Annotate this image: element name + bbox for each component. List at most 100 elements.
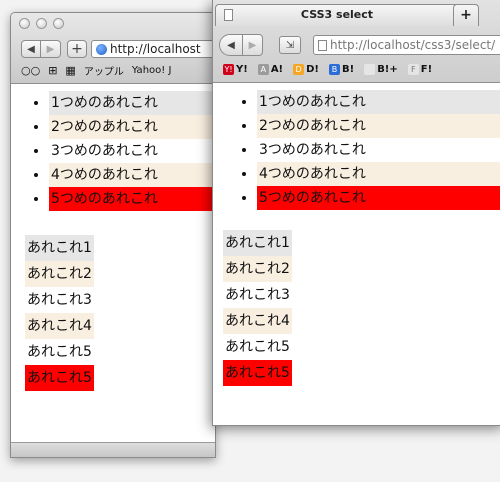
bookmark-label: D! (306, 64, 319, 75)
paragraph-row: あれこれ3 (23, 287, 215, 313)
page-icon (318, 39, 327, 51)
paragraph: あれこれ1 (223, 230, 292, 256)
paragraph-row: あれこれ1 (23, 235, 215, 261)
bookmark-item[interactable]: Y! Y! (223, 64, 248, 75)
paragraph-row: あれこれ5 (23, 339, 215, 365)
bookmark-favicon-icon: B (329, 64, 340, 75)
address-bar[interactable]: http://localhost (91, 40, 215, 58)
paragraph-list: あれこれ1 あれこれ2 あれこれ3 あれこれ4 あれこれ5 あれこれ5 (213, 230, 500, 386)
window-controls (19, 18, 64, 29)
list-item-text: 5つめのあれこれ (257, 186, 500, 210)
list-item: 2つめのあれこれ (49, 115, 215, 139)
forward-button[interactable]: ▶ (41, 40, 61, 58)
paragraph: あれこれ5 (225, 339, 290, 355)
bookmark-apple[interactable]: アップル (84, 63, 124, 78)
forward-button[interactable]: ▶ (243, 34, 263, 56)
paragraph: あれこれ2 (223, 256, 292, 282)
bookmarks-bar: ○○ ⊞ ▦ アップル Yahoo! J (21, 63, 171, 78)
new-tab-button[interactable]: + (453, 4, 479, 26)
page-icon (224, 9, 233, 21)
front-browser-window[interactable]: CSS3 select + ◀ ▶ ⇲ http://localhost/css… (212, 0, 500, 426)
back-browser-window[interactable]: ◀ ▶ + http://localhost ○○ ⊞ ▦ アップル Yahoo… (10, 12, 216, 458)
address-path: /css3/select/ (420, 38, 496, 52)
list-item: 1つめのあれこれ (49, 91, 215, 115)
paragraph: あれこれ5 (223, 360, 292, 386)
paragraph-row: あれこれ4 (23, 313, 215, 339)
list-item: 3つめのあれこれ (257, 138, 500, 162)
list-item: 1つめのあれこれ (257, 90, 500, 114)
bookmark-item[interactable]: B!+ (364, 64, 398, 75)
globe-icon (96, 43, 107, 55)
minimize-window-button[interactable] (36, 18, 47, 29)
paragraph: あれこれ4 (25, 313, 94, 339)
bookmark-label: B! (342, 64, 355, 75)
back-toolbar: ◀ ▶ + http://localhost ○○ ⊞ ▦ アップル Yahoo… (11, 13, 215, 84)
list-item: 4つめのあれこれ (257, 162, 500, 186)
status-bar (11, 442, 215, 457)
list-item-text: 2つめのあれこれ (257, 114, 500, 138)
paragraph: あれこれ4 (223, 308, 292, 334)
list-item-text: 3つめのあれこれ (259, 142, 366, 158)
item-list: 1つめのあれこれ2つめのあれこれ 3つめのあれこれ 4つめのあれこれ5つめのあれこれ (11, 91, 215, 211)
paragraph-row: あれこれ5 (221, 334, 500, 360)
paragraph-row: あれこれ3 (221, 282, 500, 308)
list-item-text: 3つめのあれこれ (51, 143, 158, 159)
back-button[interactable]: ◀ (219, 34, 243, 56)
address-host: http://localhost (330, 38, 421, 52)
back-forward-buttons: ◀ ▶ (219, 34, 263, 56)
reader-glasses-icon[interactable]: ○○ (21, 64, 40, 77)
back-forward-buttons: ◀ ▶ (21, 40, 61, 58)
address-bar[interactable]: http://localhost/css3/select/ (313, 35, 500, 55)
bookmark-favicon-icon: Y! (223, 64, 234, 75)
bookmark-item[interactable]: A A! (257, 64, 284, 75)
bookmark-item[interactable]: F F! (407, 64, 433, 75)
bookmark-label: F! (420, 64, 433, 75)
front-page-content: 1つめのあれこれ2つめのあれこれ 3つめのあれこれ 4つめのあれこれ5つめのあれこれ… (213, 90, 500, 386)
paragraph: あれこれ5 (27, 344, 92, 360)
list-item: 5つめのあれこれ (257, 186, 500, 210)
paragraph-row: あれこれ2 (221, 256, 500, 282)
list-item: 2つめのあれこれ (257, 114, 500, 138)
paragraph: あれこれ5 (25, 365, 94, 391)
bookmark-favicon-icon (364, 64, 376, 75)
back-page-content: 1つめのあれこれ2つめのあれこれ 3つめのあれこれ 4つめのあれこれ5つめのあれこれ… (11, 91, 215, 391)
list-item-text: 4つめのあれこれ (257, 162, 500, 186)
zoom-window-button[interactable] (53, 18, 64, 29)
paragraph: あれこれ3 (27, 292, 92, 308)
add-bookmark-button[interactable]: + (67, 40, 87, 58)
list-item-text: 4つめのあれこれ (49, 163, 215, 187)
bookmark-item[interactable]: D D! (293, 64, 319, 75)
list-item: 5つめのあれこれ (49, 187, 215, 211)
book-icon[interactable]: ⊞ (48, 64, 57, 77)
share-icon[interactable]: ⇲ (279, 36, 301, 54)
bookmark-yahoo-japan[interactable]: Yahoo! J (132, 65, 172, 76)
bookmark-favicon-icon: F (407, 64, 419, 75)
front-toolbar: CSS3 select + ◀ ▶ ⇲ http://localhost/css… (213, 0, 500, 83)
list-item-text: 1つめのあれこれ (49, 91, 215, 115)
paragraph-row: あれこれ1 (221, 230, 500, 256)
close-window-button[interactable] (19, 18, 30, 29)
paragraph-row: あれこれ5 (23, 365, 215, 391)
list-item: 4つめのあれこれ (49, 163, 215, 187)
paragraph: あれこれ3 (225, 287, 290, 303)
list-item-text: 1つめのあれこれ (257, 90, 500, 114)
bookmark-favicon-icon: A (257, 64, 269, 75)
paragraph: あれこれ1 (25, 235, 94, 261)
address-text: http://localhost (110, 42, 201, 56)
paragraph-row: あれこれ2 (23, 261, 215, 287)
bookmark-label: B!+ (377, 64, 398, 75)
tab-css3-select[interactable]: CSS3 select (215, 4, 459, 26)
list-item: 3つめのあれこれ (49, 139, 215, 163)
back-button[interactable]: ◀ (21, 40, 41, 58)
tab-title: CSS3 select (300, 8, 374, 21)
grid-icon[interactable]: ▦ (65, 64, 75, 77)
item-list: 1つめのあれこれ2つめのあれこれ 3つめのあれこれ 4つめのあれこれ5つめのあれこれ (213, 90, 500, 210)
bookmark-label: Y! (236, 64, 248, 75)
bookmark-favicon-icon: D (293, 64, 305, 75)
bookmark-label: A! (270, 64, 284, 75)
paragraph-row: あれこれ4 (221, 308, 500, 334)
paragraph-list: あれこれ1 あれこれ2 あれこれ3 あれこれ4 あれこれ5 あれこれ5 (11, 235, 215, 391)
paragraph: あれこれ2 (25, 261, 94, 287)
bookmark-item[interactable]: B B! (329, 64, 354, 75)
list-item-text: 5つめのあれこれ (49, 187, 215, 211)
